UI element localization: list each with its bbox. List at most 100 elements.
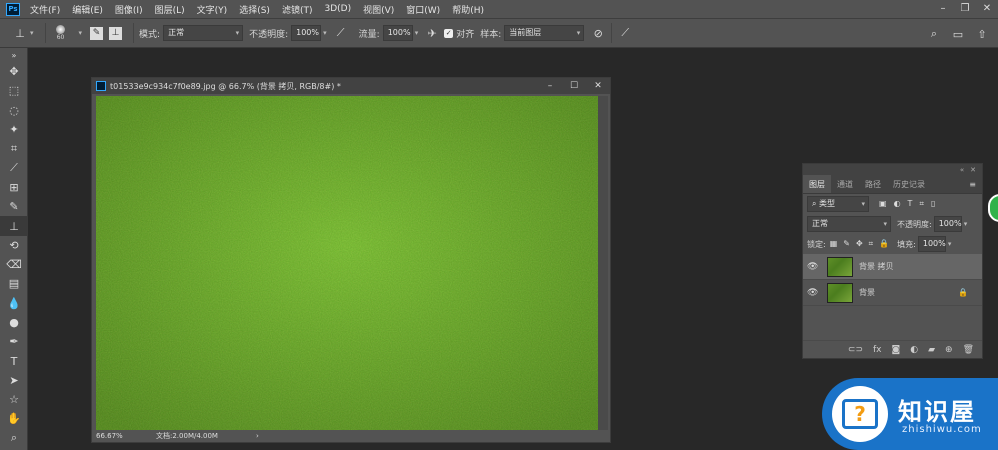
tab-channels[interactable]: 通道: [831, 175, 859, 193]
lasso-tool-icon[interactable]: ◌: [0, 101, 28, 120]
search-icon[interactable]: ⌕: [926, 26, 942, 42]
panel-opacity-input[interactable]: 100%: [933, 216, 962, 232]
chevron-down-icon[interactable]: ▾: [323, 29, 327, 37]
document-titlebar[interactable]: t01533e9c934c7f0e89.jpg @ 66.7% (背景 拷贝, …: [92, 78, 610, 94]
layer-style-icon[interactable]: fx: [873, 345, 882, 355]
filter-pixel-icon[interactable]: ▣: [879, 199, 887, 209]
brush-tool-icon[interactable]: ✎: [0, 197, 28, 216]
close-icon[interactable]: ✕: [976, 0, 998, 18]
visibility-eye-icon[interactable]: 👁: [807, 262, 821, 272]
type-tool-icon[interactable]: T: [0, 351, 28, 370]
layer-row[interactable]: 👁 背景 拷贝: [803, 254, 982, 280]
minimize-icon[interactable]: –: [932, 0, 954, 18]
canvas-image[interactable]: [96, 96, 598, 430]
zoom-level[interactable]: 66.67%: [96, 432, 156, 440]
align-checkbox[interactable]: ✓: [444, 28, 454, 38]
panel-collapse-bar[interactable]: «✕: [803, 164, 982, 175]
link-layers-icon[interactable]: ⊂⊃: [848, 345, 863, 355]
new-layer-icon[interactable]: ⊕: [945, 345, 953, 355]
marquee-tool-icon[interactable]: ⬚: [0, 81, 28, 100]
menu-layer[interactable]: 图层(L): [149, 3, 191, 16]
hand-tool-icon[interactable]: ✋: [0, 409, 28, 428]
eyedropper-tool-icon[interactable]: ⟋: [0, 158, 28, 177]
chevron-right-icon[interactable]: ›: [256, 432, 259, 440]
clone-stamp-tool-icon[interactable]: ⊥: [0, 216, 28, 236]
lock-all-icon[interactable]: 🔒: [879, 239, 889, 249]
new-group-icon[interactable]: ▰: [928, 345, 935, 355]
pressure-opacity-icon[interactable]: ⟋: [333, 25, 349, 41]
filter-smart-object-icon[interactable]: ▯: [931, 199, 935, 209]
lock-position-icon[interactable]: ✥: [856, 239, 863, 249]
menu-edit[interactable]: 编辑(E): [66, 3, 109, 16]
eraser-tool-icon[interactable]: ⌫: [0, 255, 28, 274]
dodge-tool-icon[interactable]: ●: [0, 313, 28, 332]
fill-value: 100%: [922, 239, 946, 248]
minimize-icon[interactable]: –: [538, 78, 562, 94]
fill-input[interactable]: 100%: [917, 236, 946, 252]
tab-paths[interactable]: 路径: [859, 175, 887, 193]
filter-shape-icon[interactable]: ⌗: [919, 199, 924, 209]
tab-layers[interactable]: 图层: [803, 175, 831, 193]
healing-brush-tool-icon[interactable]: ⊞: [0, 178, 28, 197]
brush-picker[interactable]: 60: [51, 23, 71, 43]
shape-tool-icon[interactable]: ☆: [0, 390, 28, 409]
menu-window[interactable]: 窗口(W): [400, 3, 446, 16]
layer-row[interactable]: 👁 背景 🔒: [803, 280, 982, 306]
history-brush-tool-icon[interactable]: ⟲: [0, 236, 28, 255]
zoom-tool-icon[interactable]: ⌕: [0, 429, 28, 448]
menu-image[interactable]: 图像(I): [109, 3, 149, 16]
opacity-input[interactable]: 100%: [291, 25, 322, 41]
tool-preset-picker[interactable]: ⊥ ▾: [12, 23, 33, 43]
menu-filter[interactable]: 滤镜(T): [276, 3, 319, 16]
floating-widget-icon[interactable]: [988, 194, 998, 222]
chevron-down-icon[interactable]: ▾: [79, 29, 83, 37]
ignore-adjustment-icon[interactable]: ⊘: [590, 25, 606, 41]
visibility-eye-icon[interactable]: 👁: [807, 288, 821, 298]
delete-layer-icon[interactable]: 🗑: [963, 345, 974, 355]
add-mask-icon[interactable]: ◙: [892, 345, 901, 355]
lock-transparent-icon[interactable]: ▦: [830, 239, 838, 249]
flow-input[interactable]: 100%: [382, 25, 413, 41]
lock-artboard-icon[interactable]: ⌗: [869, 239, 874, 249]
maximize-icon[interactable]: ☐: [562, 78, 586, 94]
brush-settings-icon[interactable]: ✎: [90, 26, 104, 40]
clone-source-icon[interactable]: ⊥: [109, 26, 123, 40]
mode-select[interactable]: 正常 ▾: [163, 25, 244, 41]
chevron-down-icon[interactable]: ▾: [415, 29, 419, 37]
workspace-icon[interactable]: ▭: [950, 26, 966, 42]
lock-image-icon[interactable]: ✎: [843, 239, 850, 249]
menu-help[interactable]: 帮助(H): [446, 3, 490, 16]
chevron-down-icon: ▾: [861, 200, 865, 208]
filter-adjustment-icon[interactable]: ◐: [894, 199, 901, 209]
path-selection-tool-icon[interactable]: ➤: [0, 371, 28, 390]
menu-file[interactable]: 文件(F): [24, 3, 66, 16]
menu-3d[interactable]: 3D(D): [318, 4, 357, 14]
airbrush-icon[interactable]: ✈: [424, 25, 440, 41]
menu-type[interactable]: 文字(Y): [191, 3, 234, 16]
vertical-scrollbar[interactable]: [598, 96, 608, 430]
share-icon[interactable]: ⇧: [974, 26, 990, 42]
layer-filter-select[interactable]: ⌕ 类型 ▾: [807, 196, 869, 212]
pressure-size-icon[interactable]: ⟋: [617, 25, 633, 41]
move-tool-icon[interactable]: ✥: [0, 62, 28, 81]
crop-tool-icon[interactable]: ⌗: [0, 139, 28, 158]
panel-menu-icon[interactable]: ≡: [969, 175, 976, 193]
restore-icon[interactable]: ❐: [954, 0, 976, 18]
filter-type-icon[interactable]: T: [908, 199, 913, 209]
chevron-down-icon[interactable]: ▾: [964, 220, 968, 228]
close-icon[interactable]: ✕: [586, 78, 610, 94]
menu-view[interactable]: 视图(V): [357, 3, 400, 16]
collapse-toolbar-icon[interactable]: »: [0, 48, 28, 62]
pen-tool-icon[interactable]: ✒: [0, 332, 28, 351]
magic-wand-tool-icon[interactable]: ✦: [0, 120, 28, 139]
sample-select[interactable]: 当前图层 ▾: [504, 25, 585, 41]
menu-select[interactable]: 选择(S): [233, 3, 276, 16]
chevron-down-icon[interactable]: ▾: [948, 240, 952, 248]
blur-tool-icon[interactable]: 💧: [0, 294, 28, 313]
new-adjustment-icon[interactable]: ◐: [910, 345, 918, 355]
tab-history[interactable]: 历史记录: [887, 175, 931, 193]
gradient-tool-icon[interactable]: ▤: [0, 274, 28, 293]
blend-mode-select[interactable]: 正常 ▾: [807, 216, 891, 232]
close-panel-icon[interactable]: ✕: [970, 166, 976, 174]
collapse-icon[interactable]: «: [960, 166, 964, 174]
